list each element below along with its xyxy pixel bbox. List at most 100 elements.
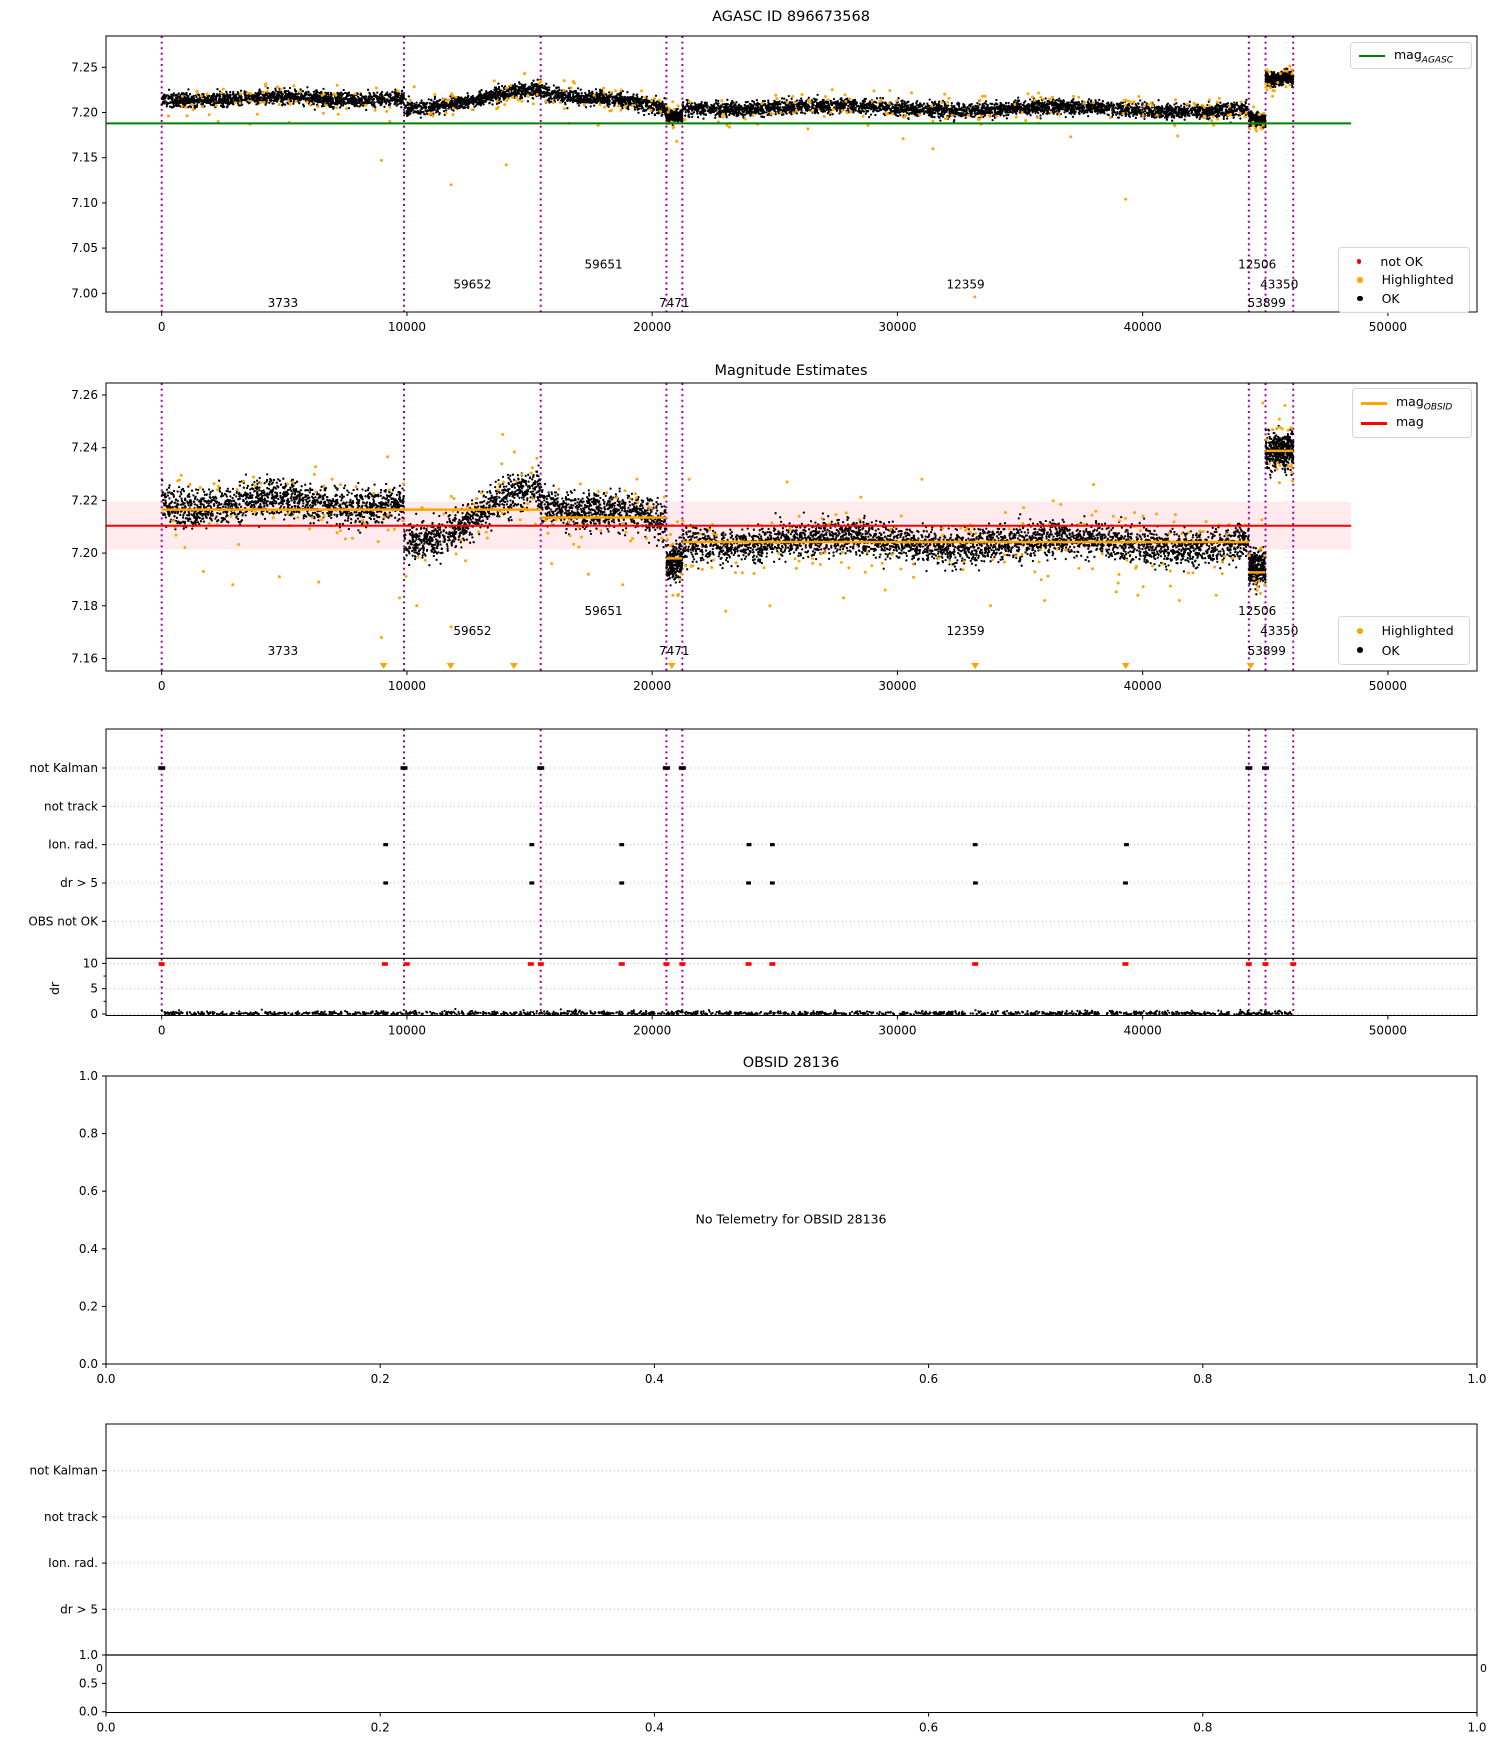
- obsid-label: 43350: [1260, 277, 1298, 291]
- legend-item: OK: [1347, 291, 1459, 306]
- dr-clipped-red: [679, 962, 686, 966]
- legend-marker-dot: [1357, 259, 1362, 264]
- panel4-title: OBSID 28136: [742, 1055, 840, 1071]
- flag-dr-gt5: [529, 881, 535, 885]
- flag-dr-gt5: [973, 881, 978, 885]
- legend-label: not OK: [1380, 253, 1423, 269]
- flag-row-label: OBS not OK: [28, 914, 99, 928]
- legend-label: Highlighted: [1381, 623, 1454, 639]
- x-tick-label: 0.6: [919, 1372, 938, 1386]
- x-tick-label: 40000: [1124, 320, 1162, 334]
- panel1-legend-markers[interactable]: not OK Highlighted OK: [1338, 247, 1470, 313]
- dr-tick-label: 0.5: [79, 1676, 98, 1690]
- obsid-label: 53899: [1248, 644, 1286, 658]
- flag-row-label: Ion. rad.: [48, 1556, 98, 1570]
- clipped-low-marker: [446, 663, 455, 669]
- y-tick-label: 7.16: [71, 652, 98, 666]
- obsid-label: 59652: [453, 277, 491, 291]
- panel2-title: Magnitude Estimates: [714, 363, 868, 379]
- flag-dr-gt5: [769, 881, 775, 885]
- dr-axis-label: dr: [47, 981, 63, 996]
- flag-not-kalman: [537, 766, 545, 770]
- x-tick-label: 50000: [1369, 320, 1407, 334]
- flag-not-kalman: [158, 766, 166, 770]
- dr-clipped-red: [537, 962, 544, 966]
- legend-item: magOBSID: [1361, 393, 1461, 413]
- legend-label: mag: [1396, 413, 1424, 429]
- legend-label: OK: [1381, 642, 1400, 658]
- obsid-label: 12506: [1238, 604, 1276, 618]
- x-tick-label: 1.0: [1467, 1721, 1486, 1735]
- panel2-legend-lines[interactable]: magOBSID mag: [1352, 388, 1472, 438]
- clipped-low-marker: [1246, 663, 1255, 669]
- plots-svg: 373359652596517471123591250643350538990 1…: [28, 35, 1487, 1735]
- legend-label: magOBSID: [1396, 393, 1453, 413]
- x-tick-label: 0.8: [1193, 1372, 1212, 1386]
- x-tick-label: 10000: [388, 679, 426, 693]
- obsid-label: 7471: [659, 644, 690, 658]
- flag-row-label: not Kalman: [30, 761, 98, 775]
- obsid-label: 59651: [585, 257, 623, 271]
- y-tick-label: 0.8: [79, 1127, 98, 1141]
- x-tick-label: 0.0: [96, 1372, 115, 1386]
- x-tick-label: 1.0: [1467, 1372, 1486, 1386]
- y-tick-label: 7.15: [71, 151, 98, 165]
- x-tick-label: 20000: [633, 1024, 671, 1038]
- dr-clipped-red: [158, 962, 165, 966]
- legend-item: not OK: [1347, 254, 1459, 269]
- dr-clipped-red: [663, 962, 670, 966]
- obsid-label: 12359: [947, 277, 985, 291]
- flag-ion-rad: [1124, 843, 1129, 847]
- y-tick-label: 7.25: [71, 60, 98, 74]
- flag-row-label: not track: [44, 799, 98, 813]
- green-line-sample: [1359, 55, 1385, 58]
- x-tick-label: 30000: [878, 679, 916, 693]
- y-tick-label: 7.18: [71, 599, 98, 613]
- x-tick-label: 10000: [388, 1024, 426, 1038]
- scatter-points-ok: [681, 93, 1250, 124]
- scatter-points-ok: [1247, 545, 1267, 596]
- panel3-frame: [105, 728, 1478, 1016]
- x-tick-label: 0: [158, 1024, 166, 1038]
- y-tick-label: 7.10: [71, 196, 98, 210]
- dr-tick-label: 1.0: [79, 1648, 98, 1662]
- flag-ion-rad: [383, 843, 389, 847]
- flag-not-kalman: [400, 766, 408, 770]
- scatter-points-ok: [160, 86, 406, 112]
- x-tick-label: 0.4: [645, 1372, 664, 1386]
- flag-ion-rad: [619, 843, 625, 847]
- x-tick-label: 50000: [1369, 1024, 1407, 1038]
- legend-label: OK: [1381, 291, 1400, 307]
- x-tick-label: 20000: [633, 679, 671, 693]
- flag-ion-rad: [972, 843, 978, 847]
- y-tick-label: 7.20: [71, 546, 98, 560]
- dr-inner-zero-right: 0: [1480, 1662, 1487, 1675]
- dr-clipped-red: [618, 962, 625, 966]
- obsid-label: 59651: [585, 604, 623, 618]
- legend-line-sample: [1361, 401, 1387, 405]
- legend-item-mag-agasc: magAGASC: [1359, 47, 1461, 66]
- flag-dr-gt5: [1123, 881, 1128, 885]
- x-tick-label: 0: [158, 320, 166, 334]
- legend-item: Highlighted: [1347, 623, 1459, 638]
- panel1-title: AGASC ID 896673568: [712, 9, 870, 25]
- x-tick-label: 20000: [633, 320, 671, 334]
- dr-clipped-red: [1262, 962, 1269, 966]
- clipped-low-marker: [509, 663, 518, 669]
- flag-not-kalman: [678, 766, 686, 770]
- x-tick-label: 0.6: [919, 1721, 938, 1735]
- legend-item: mag: [1361, 414, 1461, 433]
- y-tick-label: 0.6: [79, 1184, 98, 1198]
- obsid-label: 7471: [659, 296, 690, 310]
- flag-row-label: Ion. rad.: [48, 838, 98, 852]
- dr-clipped-red: [1290, 962, 1297, 966]
- clipped-low-marker: [379, 663, 388, 669]
- flag-row-label: not Kalman: [30, 1464, 98, 1478]
- flag-ion-rad: [529, 843, 535, 847]
- clipped-low-marker: [667, 663, 676, 669]
- legend-marker-dot: [1357, 627, 1363, 634]
- panel1-legend-mag-agasc[interactable]: magAGASC: [1350, 42, 1472, 69]
- panel2-legend-markers[interactable]: Highlighted OK: [1338, 616, 1470, 665]
- dr-tick-label: 5: [90, 982, 98, 996]
- dr-clipped-red: [403, 962, 410, 966]
